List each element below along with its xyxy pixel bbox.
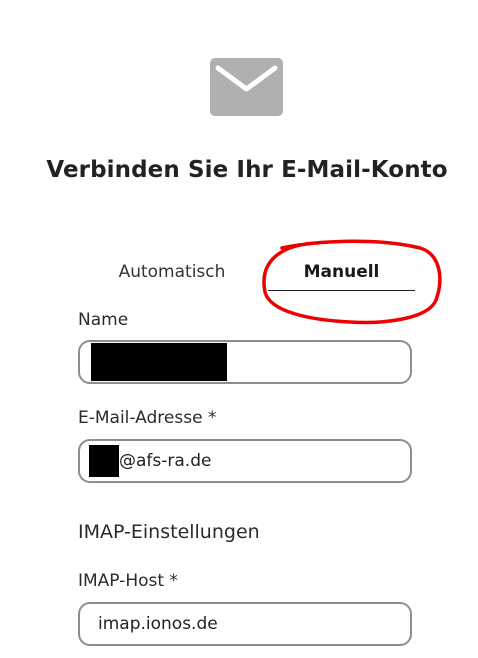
email-input[interactable]: @afs-ra.de [78,439,412,483]
page-title: Verbinden Sie Ihr E-Mail-Konto [46,157,448,183]
email-value: @afs-ra.de [119,451,212,471]
imap-host-label: IMAP-Host * [78,571,178,591]
email-label: E-Mail-Adresse * [78,408,217,428]
name-input[interactable] [78,340,412,384]
redacted-email-user [89,445,119,477]
redacted-name [91,343,227,381]
imap-host-input[interactable]: imap.ionos.de [78,602,412,646]
name-label: Name [78,310,129,330]
tab-automatisch[interactable]: Automatisch [104,262,240,290]
imap-settings-heading: IMAP-Einstellungen [78,521,260,543]
imap-host-value: imap.ionos.de [98,614,218,634]
tab-manuell[interactable]: Manuell [268,262,415,291]
mail-icon [210,58,283,116]
